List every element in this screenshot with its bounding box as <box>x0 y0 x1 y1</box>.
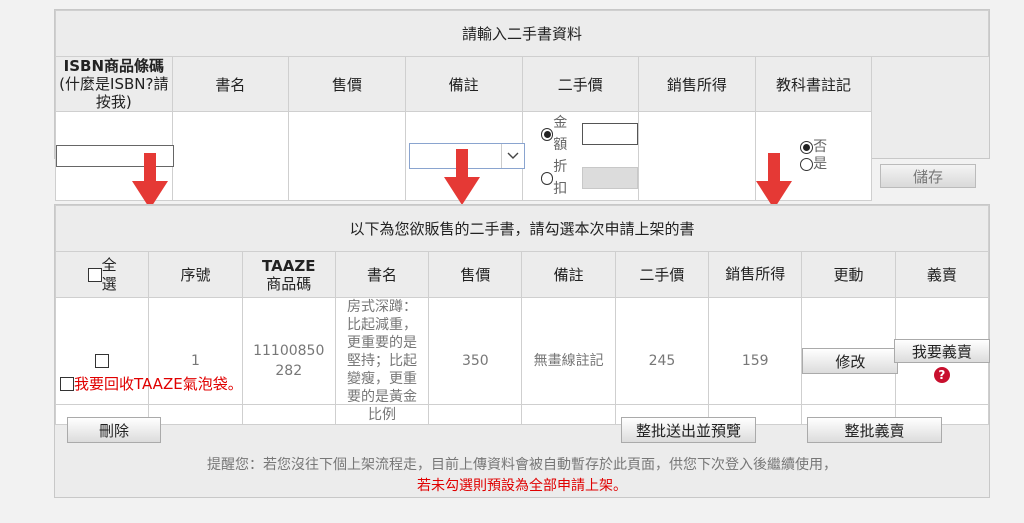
remark-header: 備註 <box>521 251 616 298</box>
seq-header: 序號 <box>148 251 243 298</box>
discount-radio[interactable] <box>540 171 554 185</box>
isbn-header: ISBN商品條碼 (什麼是ISBN?請按我) <box>55 56 173 112</box>
isbn-header-label: ISBN商品條碼 <box>63 57 164 75</box>
book-name-header: 書名 <box>171 56 290 112</box>
row-sales-income: 159 <box>708 297 803 425</box>
modify-button[interactable]: 修改 <box>802 348 899 374</box>
textbook-yes-radio[interactable] <box>800 158 814 171</box>
book-name-cell <box>171 111 290 201</box>
recycle-checkbox[interactable] <box>60 376 74 391</box>
amount-radio[interactable] <box>540 127 554 141</box>
isbn-paren-close: ) <box>125 93 132 111</box>
textbook-no-label: 否 <box>813 139 828 155</box>
remark-header: 備註 <box>404 56 523 112</box>
delete-button[interactable]: 刪除 <box>67 417 161 443</box>
save-button[interactable]: 儲存 <box>880 164 976 188</box>
taaze-code-header-line1: TAAZE <box>262 256 316 275</box>
textbook-yes-label: 是 <box>813 156 828 172</box>
used-price-header: 二手價 <box>614 251 710 298</box>
new-book-panel: 請輸入二手書資料 ISBN商品條碼 (什麼是ISBN?請按我) 書名 售價 備註… <box>54 9 990 201</box>
row-checkbox[interactable] <box>95 354 110 368</box>
update-header: 更動 <box>801 251 896 298</box>
row-remark: 無畫線註記 <box>521 297 616 425</box>
isbn-help-link[interactable]: 什麼是ISBN?請按我 <box>65 75 168 111</box>
textbook-note-header: 教科書註記 <box>754 56 873 112</box>
price-header: 售價 <box>288 56 406 112</box>
batch-charity-button[interactable]: 整批義賣 <box>807 417 942 443</box>
down-arrow-icon <box>752 151 796 211</box>
row-seq: 1 <box>148 297 243 425</box>
sales-income-header: 銷售所得 <box>708 251 803 298</box>
notice: 提醒您：若您沒往下個上架流程走，目前上傳資料會被自動暫存於此頁面，供您下次登入後… <box>55 455 989 497</box>
textbook-no-radio[interactable] <box>800 141 814 154</box>
row-used-price: 245 <box>614 297 710 425</box>
charity-header: 義賣 <box>894 251 990 298</box>
notice-line-1: 提醒您：若您沒往下個上架流程走，目前上傳資料會被自動暫存於此頁面，供您下次登入後… <box>207 457 837 473</box>
sales-income-cell <box>638 111 756 201</box>
book-name-header: 書名 <box>334 251 430 298</box>
divider <box>55 404 989 405</box>
notice-line-2: 若未勾選則預設為全部申請上架。 <box>417 478 627 494</box>
price-cell <box>288 111 406 201</box>
discount-label: 折扣 <box>553 159 568 197</box>
sale-list-title: 以下為您欲販售的二手書，請勾選本次申請上架的書 <box>55 205 989 252</box>
sales-income-header: 銷售所得 <box>638 56 756 112</box>
row-price: 350 <box>428 297 523 425</box>
taaze-code-header-line2: 商品碼 <box>266 274 312 293</box>
charity-button[interactable]: 我要義賣 <box>893 339 990 363</box>
help-icon[interactable]: ? <box>933 367 950 383</box>
sale-list-panel: 以下為您欲販售的二手書，請勾選本次申請上架的書 全選 序號 TAAZE 商品碼 … <box>54 204 990 498</box>
select-all-label: 全選 <box>101 255 117 293</box>
recycle-label: 我要回收TAAZE氣泡袋。 <box>74 375 243 393</box>
amount-input[interactable] <box>581 123 639 145</box>
taaze-code-header: TAAZE 商品碼 <box>241 251 336 298</box>
recycle-option: 我要回收TAAZE氣泡袋。 <box>60 373 243 394</box>
down-arrow-icon <box>440 147 484 207</box>
chevron-down-icon <box>500 144 524 168</box>
batch-preview-button[interactable]: 整批送出並預覽 <box>621 417 756 443</box>
amount-label: 金額 <box>553 115 568 153</box>
row-taaze-code: 11100850282 <box>241 297 336 425</box>
row-book-name: 房式深蹲：比起減重，更重要的是堅持；比起變瘦，更重要的是黃金比例 <box>334 297 430 425</box>
discount-input[interactable] <box>581 167 639 189</box>
select-all-checkbox[interactable] <box>87 267 102 282</box>
panel-title: 請輸入二手書資料 <box>55 10 989 57</box>
down-arrow-icon <box>128 151 172 211</box>
used-price-header: 二手價 <box>521 56 640 112</box>
price-header: 售價 <box>428 251 523 298</box>
table-row: 1 11100850282 房式深蹲：比起減重，更重要的是堅持；比起變瘦，更重要… <box>54 297 990 425</box>
